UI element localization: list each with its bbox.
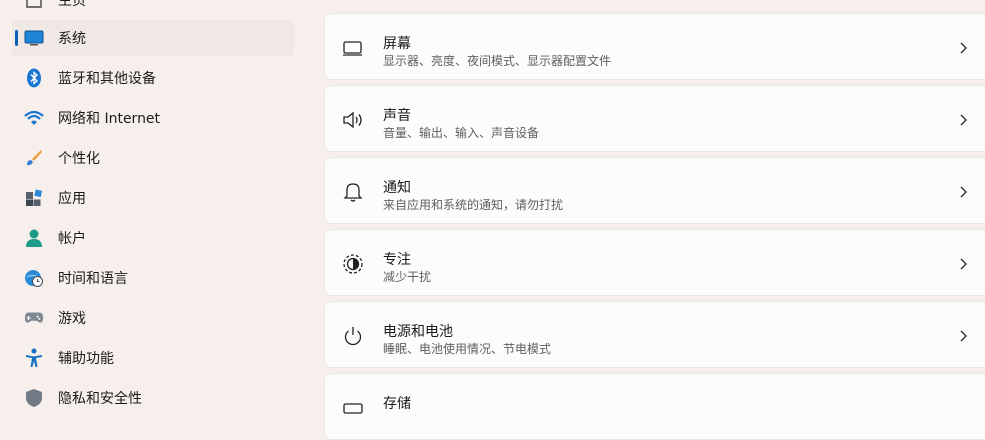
card-subtitle: 睡眠、电池使用情况、节电模式 [383, 342, 552, 356]
display-icon [341, 36, 365, 60]
settings-card-power[interactable]: 电源和电池 睡眠、电池使用情况、节电模式 [324, 301, 985, 368]
sidebar-item-home[interactable]: 主页 [12, 0, 294, 18]
card-title: 通知 [383, 180, 411, 196]
sidebar-item-system[interactable]: 系统 [12, 20, 294, 56]
card-subtitle: 来自应用和系统的通知，请勿打扰 [383, 198, 564, 212]
account-icon [24, 228, 44, 248]
chevron-right-icon [957, 328, 969, 342]
chevron-right-icon [957, 184, 969, 198]
chevron-right-icon [957, 256, 969, 270]
wifi-icon [24, 108, 44, 128]
sidebar-item-gaming[interactable]: 游戏 [12, 300, 294, 336]
card-title: 专注 [383, 252, 411, 268]
card-subtitle: 减少干扰 [383, 270, 432, 284]
power-icon [341, 324, 365, 348]
sidebar-item-label: 蓝牙和其他设备 [58, 71, 156, 87]
sidebar-item-time-language[interactable]: 时间和语言 [12, 260, 294, 296]
sidebar-item-accounts[interactable]: 帐户 [12, 220, 294, 256]
sidebar-item-personalization[interactable]: 个性化 [12, 140, 294, 176]
card-title: 存储 [383, 396, 411, 412]
sidebar-item-label: 网络和 Internet [58, 111, 161, 127]
settings-card-storage[interactable]: 存储 [324, 373, 985, 440]
sidebar-item-privacy[interactable]: 隐私和安全性 [12, 380, 294, 416]
globe-clock-icon [24, 268, 44, 288]
settings-card-focus[interactable]: 专注 减少干扰 [324, 229, 985, 296]
sidebar-item-label: 时间和语言 [58, 271, 128, 287]
home-icon [24, 0, 44, 10]
gamepad-icon [24, 308, 44, 328]
speaker-icon [341, 108, 365, 132]
sidebar-item-label: 帐户 [58, 231, 86, 247]
active-indicator [15, 30, 18, 46]
sidebar-item-label: 应用 [58, 191, 86, 207]
sidebar-item-label: 辅助功能 [58, 351, 114, 367]
sidebar-item-label: 游戏 [58, 311, 86, 327]
sidebar-item-bluetooth[interactable]: 蓝牙和其他设备 [12, 60, 294, 96]
card-subtitle: 显示器、亮度、夜间模式、显示器配置文件 [383, 54, 612, 68]
sidebar-item-network[interactable]: 网络和 Internet [12, 100, 294, 136]
sidebar-item-accessibility[interactable]: 辅助功能 [12, 340, 294, 376]
chevron-right-icon [957, 112, 969, 126]
settings-card-display[interactable]: 屏幕 显示器、亮度、夜间模式、显示器配置文件 [324, 13, 985, 80]
monitor-icon [24, 28, 44, 48]
settings-card-notifications[interactable]: 通知 来自应用和系统的通知，请勿打扰 [324, 157, 985, 224]
sidebar-item-label: 主页 [58, 0, 86, 9]
apps-icon [24, 188, 44, 208]
sidebar: 主页 系统 蓝牙和其他设备 网络和 Internet 个性化 应用 帐户 时间和… [0, 0, 310, 407]
paintbrush-icon [24, 148, 44, 168]
sidebar-item-label: 系统 [58, 31, 86, 47]
sidebar-item-label: 隐私和安全性 [58, 391, 142, 407]
card-subtitle: 音量、输出、输入、声音设备 [383, 126, 540, 140]
bluetooth-icon [24, 68, 44, 88]
sidebar-item-apps[interactable]: 应用 [12, 180, 294, 216]
focus-icon [341, 252, 365, 276]
settings-main: 屏幕 显示器、亮度、夜间模式、显示器配置文件 声音 音量、输出、输入、声音设备 … [324, 0, 985, 440]
settings-card-sound[interactable]: 声音 音量、输出、输入、声音设备 [324, 85, 985, 152]
shield-icon [24, 388, 44, 408]
card-title: 电源和电池 [383, 324, 453, 340]
sidebar-item-label: 个性化 [58, 151, 100, 167]
card-title: 声音 [383, 108, 411, 124]
bell-icon [341, 180, 365, 204]
card-title: 屏幕 [383, 36, 411, 52]
chevron-right-icon [957, 40, 969, 54]
accessibility-icon [24, 348, 44, 368]
